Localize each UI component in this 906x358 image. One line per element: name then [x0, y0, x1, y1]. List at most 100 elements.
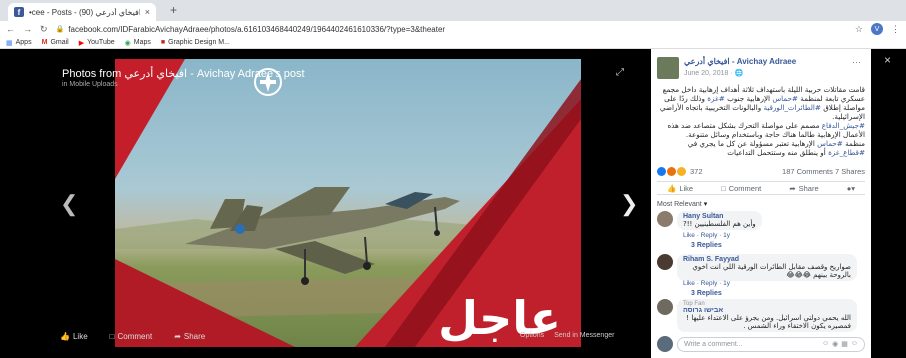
youtube-icon: ▶: [78, 39, 85, 47]
post-action-row: 👍 Like □ Comment ➦ Share ●▾: [657, 181, 865, 195]
avatar-dropdown-icon: ●▾: [846, 183, 855, 193]
comment-text: وأين هم الفلسطينيين !!?: [683, 220, 756, 228]
gmail-icon: M: [41, 39, 48, 46]
comment-bubble-icon: □: [721, 183, 726, 193]
photo-action-bar: 👍 Like □ Comment ➦ Share: [60, 332, 205, 341]
address-bar[interactable]: 🔒 facebook.com/IDFarabicAvichayAdraee/ph…: [56, 23, 847, 36]
post-body-text: قامت مقاتلات حربية الليلة باستهداف ثلاثة…: [659, 85, 865, 157]
bookmark-apps[interactable]: ▦ Apps: [6, 39, 32, 47]
post-date[interactable]: June 20, 2018 · 🌐: [684, 69, 743, 77]
commenter-avatar[interactable]: [657, 254, 673, 270]
comment-input[interactable]: Write a comment... ☺ ◉ ▦ ☺: [677, 336, 865, 352]
lock-icon: 🔒: [55, 26, 65, 33]
current-user-avatar: [657, 336, 673, 352]
audience-selector[interactable]: ●▾: [847, 184, 855, 193]
post-photo[interactable]: عاجل: [115, 59, 581, 347]
send-in-messenger-button[interactable]: Send in Messenger: [554, 332, 614, 339]
commenter-avatar[interactable]: [657, 299, 673, 315]
thumbs-up-icon: 👍: [60, 332, 70, 341]
hashtag-kites[interactable]: #الطائرات_الورقية: [763, 103, 820, 112]
reactions-summary: 372 187 Comments 7 Shares: [657, 167, 865, 176]
like-reaction-icon: [657, 167, 666, 176]
share-arrow-icon: ➦: [789, 183, 796, 193]
commenter-name[interactable]: Riham S. Fayyad: [683, 256, 851, 263]
theater-right-margin: [871, 49, 906, 358]
photo-theater: عاجل Photos from افيخاي أدرعي - Avichay …: [0, 49, 906, 358]
tab-close-icon[interactable]: ×: [145, 7, 150, 17]
commenter-avatar[interactable]: [657, 211, 673, 227]
back-arrow-icon[interactable]: ←: [6, 24, 15, 34]
share-button[interactable]: ➦ Share: [789, 184, 818, 193]
post-side-panel: افيخاي أدرعي - Avichay Adraee June 20, 2…: [651, 49, 871, 358]
view-replies-link[interactable]: 3 Replies: [691, 242, 722, 249]
photo-like-button[interactable]: 👍 Like: [60, 332, 88, 341]
view-replies-link[interactable]: 3 Replies: [691, 290, 722, 297]
reload-icon[interactable]: ↻: [40, 24, 48, 35]
photo-comment-button[interactable]: □ Comment: [110, 332, 153, 341]
bookmark-youtube[interactable]: ▶ YouTube: [79, 39, 115, 47]
photo-share-button[interactable]: ➦ Share: [174, 332, 205, 341]
commenter-name[interactable]: אבישו גרוסה: [683, 307, 851, 314]
browser-menu-icon[interactable]: ⋮: [891, 24, 900, 35]
forward-arrow-icon[interactable]: →: [23, 24, 32, 34]
comment-input-icons: ☺ ◉ ▦ ☺: [822, 340, 858, 348]
previous-photo-chevron-icon[interactable]: ❮: [60, 191, 78, 217]
fullscreen-expand-icon[interactable]: ⤢: [616, 67, 624, 78]
comments-shares-count[interactable]: 187 Comments 7 Shares: [782, 167, 865, 176]
browser-tab-bar: f •cee - Posts - افيخاي أدرعي (90) × +: [0, 0, 906, 21]
bookmark-star-icon[interactable]: ☆: [855, 24, 863, 35]
apps-grid-icon: ▦: [6, 39, 13, 47]
tab-title: •cee - Posts - افيخاي أدرعي (90): [29, 7, 140, 17]
close-theater-icon[interactable]: ×: [884, 53, 891, 67]
folder-icon: ■: [160, 39, 166, 46]
hashtag-gaza-strip[interactable]: #قطاع_غزة: [828, 148, 865, 157]
address-url: facebook.com/IDFarabicAvichayAdraee/phot…: [68, 24, 446, 34]
hashtag-idf[interactable]: #جيش_الدفاع: [822, 121, 865, 130]
browser-toolbar: ← → ↻ 🔒 facebook.com/IDFarabicAvichayAdr…: [0, 21, 906, 37]
options-button[interactable]: Options: [520, 332, 544, 339]
angry-reaction-icon: [667, 167, 676, 176]
comment-bubble: Riham S. Fayyad صواريخ وقصف مقابل الطائر…: [677, 254, 857, 281]
comment-text: الله يحمي دولتي اسرائيل. ومن يجرؤ على ال…: [686, 314, 851, 330]
bookmarks-bar: ▦ Apps M Gmail ▶ YouTube ◉ Maps ■ Graphic Des…: [0, 37, 906, 49]
bookmark-maps[interactable]: ◉ Maps: [125, 39, 151, 47]
facebook-favicon-icon: f: [14, 7, 24, 17]
comment-actions[interactable]: Like · Reply · 1y: [683, 232, 730, 239]
author-avatar[interactable]: [657, 57, 679, 79]
gif-icon[interactable]: ▦: [841, 340, 848, 348]
sticker-icon[interactable]: ☺: [851, 340, 858, 348]
post-author-name[interactable]: افيخاي أدرعي - Avichay Adraee: [684, 57, 796, 66]
reaction-count[interactable]: 372: [657, 167, 703, 176]
comment-sort-dropdown[interactable]: Most Relevant ▾: [657, 200, 707, 208]
share-arrow-icon: ➦: [174, 332, 181, 341]
emoji-icon[interactable]: ☺: [822, 340, 829, 348]
new-tab-button[interactable]: +: [170, 3, 177, 17]
comment-text: صواريخ وقصف مقابل الطائرات الورقية اللي …: [692, 263, 851, 279]
hashtag-hamas-2[interactable]: #حماس: [817, 139, 843, 148]
maps-icon: ◉: [124, 39, 131, 47]
photo-viewer: عاجل Photos from افيخاي أدرعي - Avichay …: [0, 49, 650, 358]
bookmark-gmail[interactable]: M Gmail: [42, 39, 69, 46]
profile-avatar[interactable]: V: [871, 23, 883, 35]
comment-bubble-icon: □: [109, 332, 115, 341]
post-more-options-icon[interactable]: ···: [852, 57, 861, 67]
hashtag-gaza[interactable]: #غزة: [707, 94, 725, 103]
comment-actions[interactable]: Like · Reply · 1y: [683, 280, 730, 287]
comment-bubble: Hany Sultan وأين هم الفلسطينيين !!?: [677, 211, 762, 230]
like-button[interactable]: 👍 Like: [667, 184, 693, 193]
comment-button[interactable]: □ Comment: [721, 184, 761, 193]
browser-tab[interactable]: f •cee - Posts - افيخاي أدرعي (90) ×: [8, 3, 156, 21]
photo-album-subtitle[interactable]: in Mobile Uploads: [62, 81, 118, 88]
next-photo-chevron-icon[interactable]: ❯: [620, 191, 638, 217]
photo-title[interactable]: Photos from افيخاي أدرعي - Avichay Adrae…: [62, 67, 305, 80]
thumbs-up-icon: 👍: [667, 183, 677, 193]
comment-bubble: Top Fan אבישו גרוסה الله يحمي دولتي اسرا…: [677, 299, 857, 332]
haha-reaction-icon: [677, 167, 686, 176]
bookmark-graphic-design[interactable]: ■ Graphic Design M...: [161, 39, 230, 46]
photo-right-actions: Options Send in Messenger: [520, 332, 614, 339]
commenter-name[interactable]: Hany Sultan: [683, 213, 756, 220]
post-header: افيخاي أدرعي - Avichay Adraee June 20, 2…: [657, 55, 865, 81]
camera-icon[interactable]: ◉: [832, 340, 838, 348]
hashtag-hamas[interactable]: #حماس: [772, 94, 798, 103]
chevron-down-icon: ▾: [703, 201, 708, 208]
